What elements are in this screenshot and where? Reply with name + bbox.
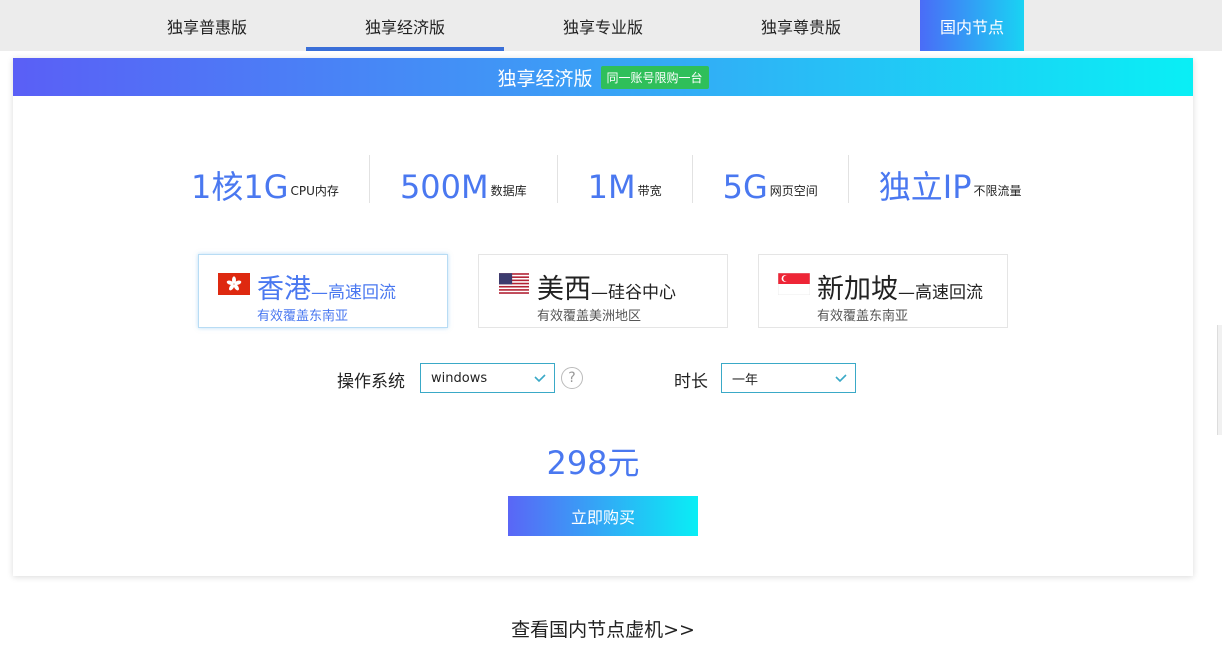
region-option-singapore[interactable]: 新加坡—高速回流 有效覆盖东南亚 [758, 254, 1008, 328]
product-tab-bar: 独享普惠版 独享经济版 独享专业版 独享尊贵版 国内节点 [0, 0, 1222, 51]
region-name: 香港 [257, 274, 311, 305]
help-icon[interactable]: ? [561, 367, 583, 389]
spec-unit: CPU内存 [290, 184, 339, 198]
side-scroll-edge [1217, 325, 1222, 435]
os-label: 操作系统 [337, 372, 405, 392]
spec-value: 1M [587, 168, 636, 206]
region-subtitle: —高速回流 [311, 283, 396, 303]
region-subtitle: —高速回流 [898, 283, 983, 303]
region-title: 新加坡—高速回流 [817, 267, 983, 306]
region-description: 有效覆盖美洲地区 [537, 309, 642, 324]
region-option-us-west[interactable]: 美西—硅谷中心 有效覆盖美洲地区 [478, 254, 728, 328]
buy-now-button[interactable]: 立即购买 [508, 496, 698, 536]
tab-exclusive-basic[interactable]: 独享普惠版 [108, 0, 306, 51]
region-name: 美西 [537, 274, 591, 305]
singapore-flag-icon [778, 273, 810, 295]
card-header: 独享经济版 同一账号限购一台 [13, 58, 1193, 96]
spec-list: 1核1G CPU内存 500M 数据库 1M 带宽 5G 网页空间 独立IP 不… [161, 154, 1061, 204]
usa-flag-icon [499, 273, 529, 294]
region-title: 美西—硅谷中心 [537, 267, 676, 306]
tab-exclusive-economy[interactable]: 独享经济版 [306, 0, 504, 51]
chevron-down-icon [534, 374, 546, 383]
spec-item-database: 500M 数据库 [370, 155, 558, 203]
chevron-down-icon [835, 374, 847, 383]
tab-domestic-nodes[interactable]: 国内节点 [920, 0, 1024, 51]
region-description: 有效覆盖东南亚 [817, 309, 909, 324]
region-subtitle: —硅谷中心 [591, 283, 676, 303]
spec-item-cpu-memory: 1核1G CPU内存 [161, 155, 370, 203]
spec-item-web-space: 5G 网页空间 [693, 155, 849, 203]
region-name: 新加坡 [817, 274, 898, 305]
spec-value: 1核1G [191, 168, 289, 206]
region-title: 香港—高速回流 [257, 267, 396, 306]
os-select-value: windows [431, 370, 488, 386]
spec-value: 5G [722, 168, 768, 206]
duration-select-value: 一年 [732, 372, 759, 388]
spec-item-dedicated-ip: 独立IP 不限流量 [849, 155, 1052, 203]
spec-value: 独立IP [878, 168, 972, 206]
hong-kong-flag-icon [218, 273, 250, 295]
region-option-hong-kong[interactable]: 香港—高速回流 有效覆盖东南亚 [198, 254, 448, 328]
spec-unit: 网页空间 [769, 184, 818, 198]
product-card: 独享经济版 同一账号限购一台 1核1G CPU内存 500M 数据库 1M 带宽… [13, 58, 1193, 576]
price-display: 298元 [13, 438, 1193, 484]
view-domestic-nodes-link[interactable]: 查看国内节点虚机>> [0, 615, 1206, 642]
price-value: 298元 [546, 444, 640, 482]
os-select[interactable]: windows [420, 363, 555, 393]
purchase-limit-badge: 同一账号限购一台 [600, 65, 709, 89]
card-title: 独享经济版 [497, 67, 593, 90]
spec-unit: 数据库 [490, 184, 527, 198]
spec-unit: 不限流量 [973, 184, 1022, 198]
duration-label: 时长 [674, 372, 708, 392]
spec-unit: 带宽 [637, 184, 662, 198]
spec-item-bandwidth: 1M 带宽 [558, 155, 693, 203]
duration-select[interactable]: 一年 [721, 363, 856, 393]
spec-value: 500M [399, 168, 489, 206]
tab-exclusive-professional[interactable]: 独享专业版 [504, 0, 702, 51]
tab-exclusive-premium[interactable]: 独享尊贵版 [702, 0, 900, 51]
region-description: 有效覆盖东南亚 [257, 309, 349, 324]
